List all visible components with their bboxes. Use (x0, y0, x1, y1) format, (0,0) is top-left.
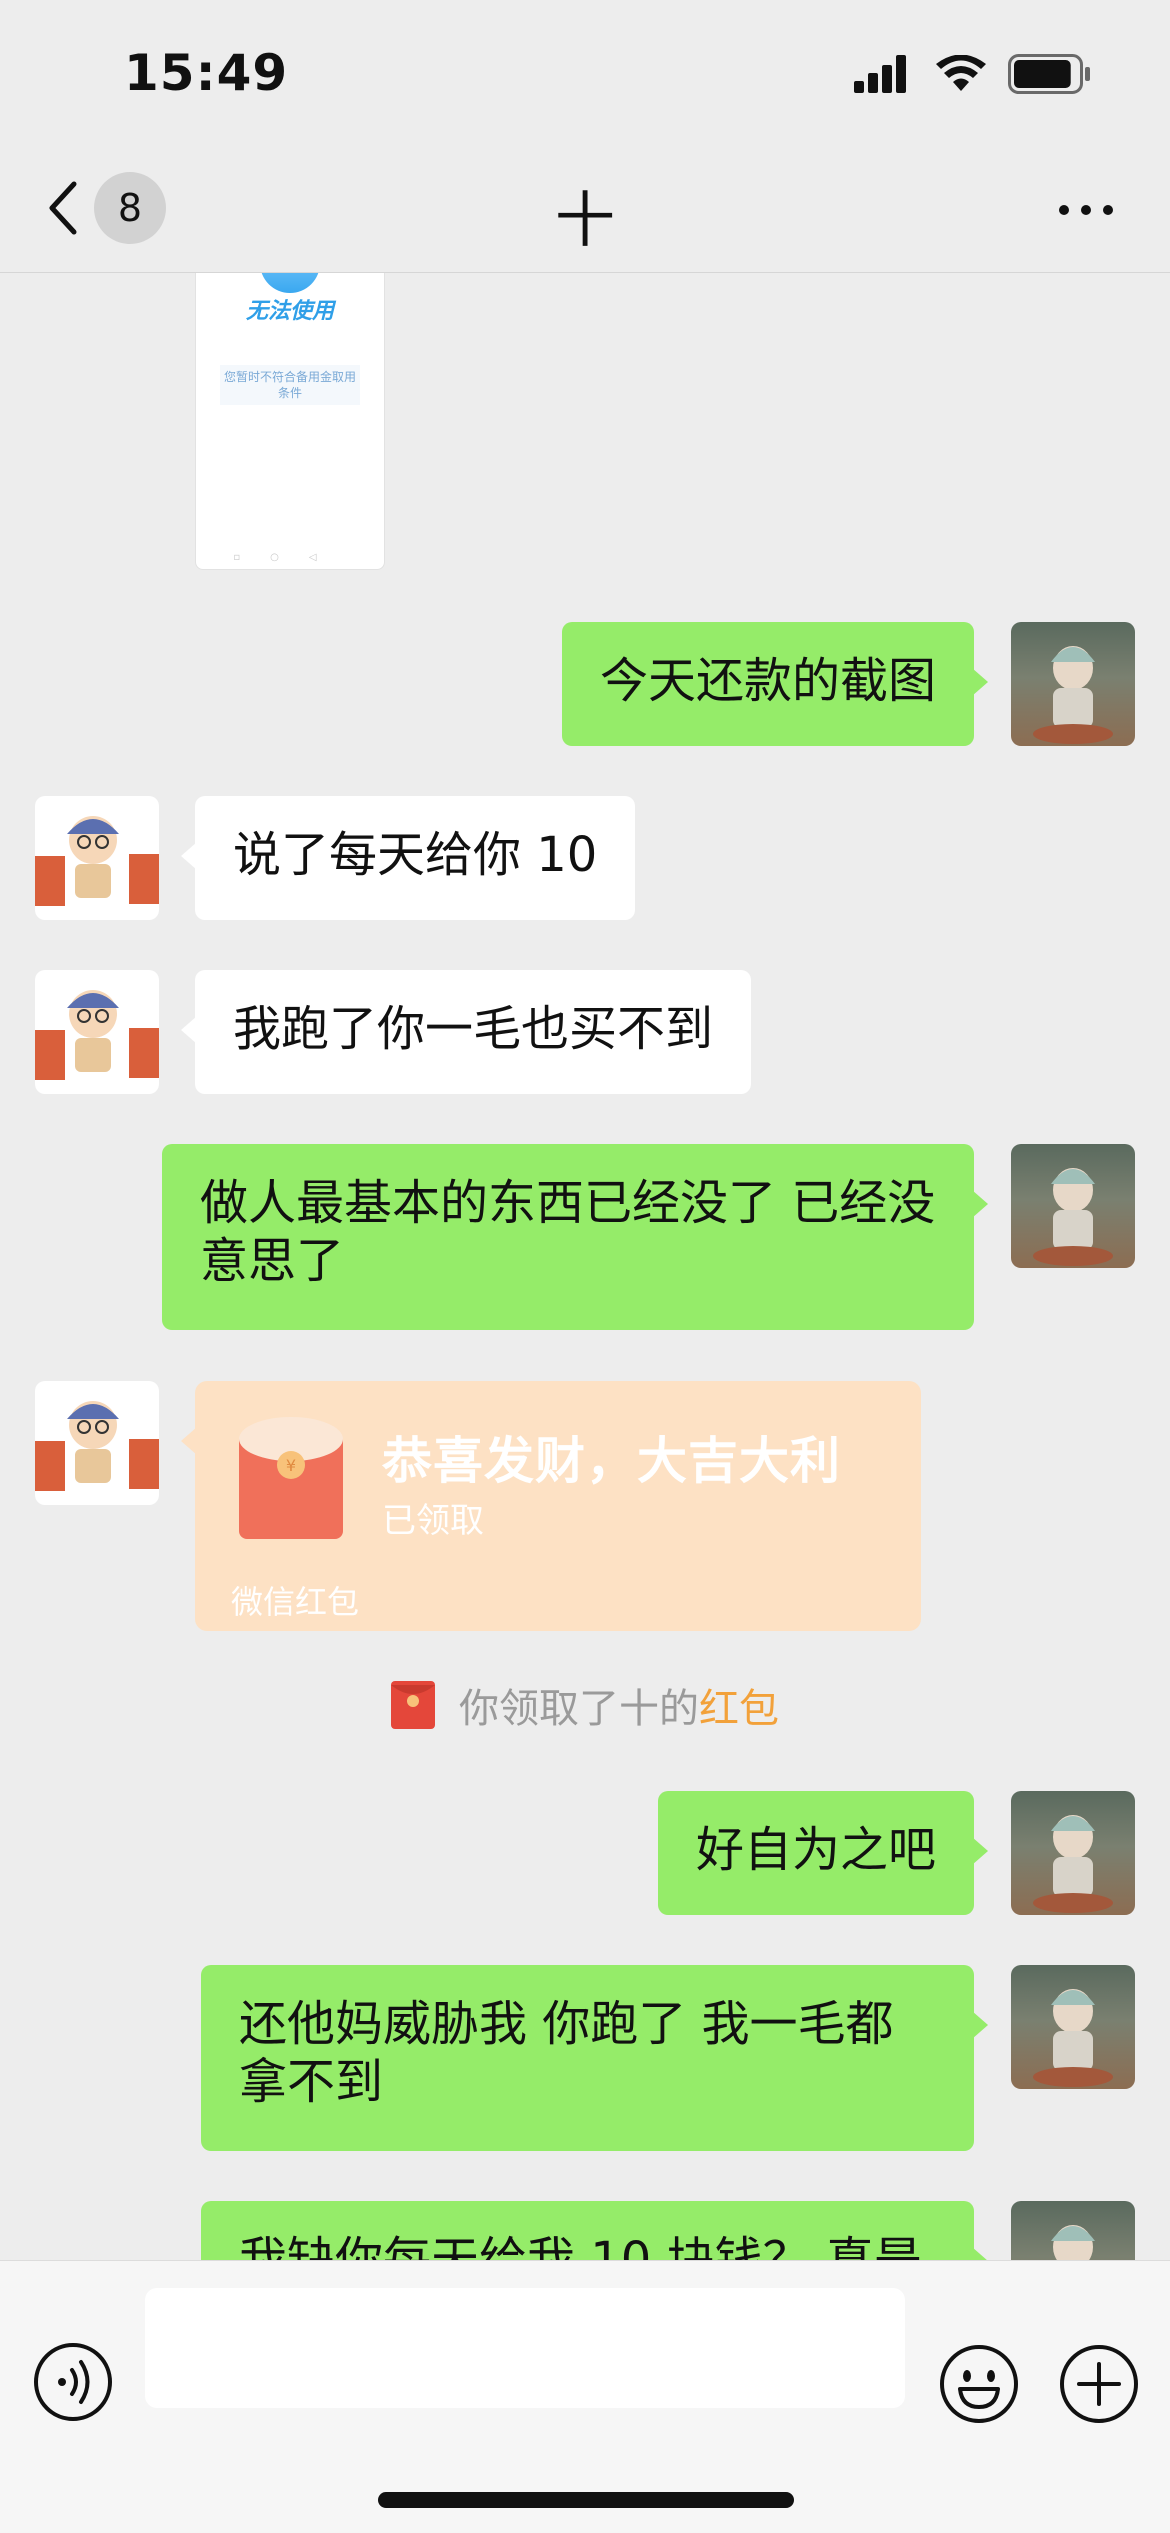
battery-icon (1008, 54, 1090, 94)
more-icon[interactable] (1056, 190, 1116, 230)
image-message[interactable]: 无法使用 您暂时不符合备用金取用条件 ▫○◁ (195, 273, 385, 570)
wifi-icon (936, 55, 986, 91)
message-input[interactable] (145, 2288, 905, 2408)
status-time: 15:49 (124, 44, 289, 102)
voice-icon[interactable] (32, 2341, 114, 2423)
avatar-figure (1033, 1989, 1113, 2087)
message-bubble[interactable]: 我跑了你一毛也买不到 (180, 970, 752, 1094)
red-packet-status: 已领取 (382, 1501, 484, 1541)
my-avatar[interactable] (1011, 1965, 1135, 2089)
svg-text:¥: ¥ (286, 1456, 296, 1475)
image-title: 无法使用 (245, 299, 334, 324)
contact-avatar[interactable] (35, 970, 159, 1094)
message-bubble[interactable]: 做人最基本的东西已经没了 已经没意思了 (162, 1144, 988, 1330)
chat-header: 8 十 (0, 150, 1170, 273)
my-avatar[interactable] (1011, 622, 1135, 746)
system-notice: 你领取了十的红包 (0, 1676, 1170, 1734)
contact-avatar[interactable] (35, 796, 159, 920)
message-list[interactable]: 无法使用 您暂时不符合备用金取用条件 ▫○◁ 今天还款的截图 说了每天给你 10 (0, 273, 1170, 2260)
home-indicator[interactable] (378, 2492, 794, 2508)
red-packet-message[interactable]: ¥ 恭喜发财，大吉大利 已领取 微信红包 (181, 1381, 921, 1631)
my-avatar[interactable] (1011, 1144, 1135, 1268)
plus-icon[interactable] (1058, 2343, 1140, 2425)
image-subtitle: 您暂时不符合备用金取用条件 (220, 365, 360, 405)
avatar-figure (1033, 646, 1113, 744)
avatar-figure (1033, 1815, 1113, 1913)
message-bubble[interactable]: 好自为之吧 (657, 1791, 989, 1915)
chat-title: 十 (555, 186, 615, 256)
avatar-figure (1033, 1168, 1113, 1266)
avatar-figure (35, 1401, 159, 1491)
image-decoration (260, 273, 320, 293)
my-avatar[interactable] (1011, 2201, 1135, 2260)
message-bubble[interactable]: 我缺你每天给我 10 块钱？ 真是 (201, 2201, 988, 2260)
message-bubble[interactable]: 说了每天给你 10 (180, 796, 636, 920)
red-packet-greeting: 恭喜发财，大吉大利 (382, 1432, 841, 1490)
status-bar: 15:49 (0, 0, 1170, 150)
contact-avatar[interactable] (35, 1381, 159, 1505)
message-bubble[interactable]: 还他妈威胁我 你跑了 我一毛都拿不到 (201, 1965, 988, 2151)
image-nav-bar: ▫○◁ (233, 552, 347, 563)
system-notice-text: 你领取了十的 (459, 1686, 699, 1732)
red-packet-footer: 微信红包 (231, 1583, 360, 1621)
red-packet-link[interactable]: 红包 (699, 1686, 779, 1732)
avatar-figure (35, 990, 159, 1080)
red-packet-small-icon (391, 1681, 435, 1729)
emoji-icon[interactable] (938, 2343, 1020, 2425)
avatar-figure (35, 816, 159, 906)
avatar-figure (1051, 2225, 1095, 2260)
status-icons (854, 54, 1092, 94)
signal-icon (854, 55, 906, 93)
red-packet-icon: ¥ (239, 1417, 343, 1539)
message-bubble[interactable]: 今天还款的截图 (561, 622, 989, 746)
my-avatar[interactable] (1011, 1791, 1135, 1915)
